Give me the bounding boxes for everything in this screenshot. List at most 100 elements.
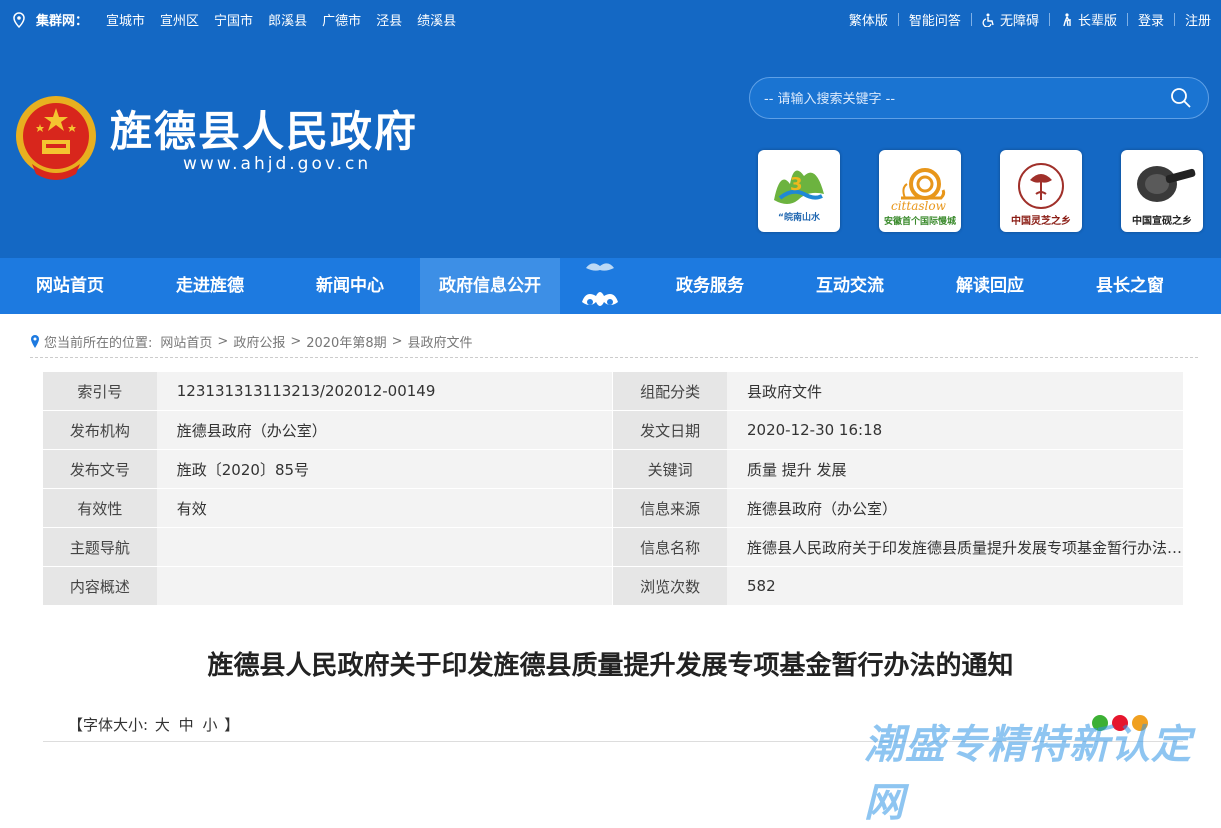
national-emblem-icon	[16, 96, 96, 180]
divider	[1126, 13, 1128, 26]
nav-interpretation[interactable]: 解读回应	[920, 258, 1060, 314]
city-link[interactable]: 宁国市	[214, 10, 253, 29]
breadcrumb-separator: >	[290, 334, 302, 349]
font-size-switcher: 【字体大小: 大 中 小 】	[68, 714, 239, 735]
city-link[interactable]: 郎溪县	[268, 10, 307, 29]
divider	[970, 13, 972, 26]
table-row: 有效性 有效 信息来源 旌德县政府（办公室）	[43, 488, 1183, 528]
badge-caption: “皖南山水	[778, 213, 820, 223]
nav-services[interactable]: 政务服务	[640, 258, 780, 314]
divider	[1173, 13, 1175, 26]
nav-news[interactable]: 新闻中心	[280, 258, 420, 314]
badge-caption: 中国灵芝之乡	[1011, 216, 1071, 227]
info-value: 质量 提升 发展	[726, 449, 1183, 489]
watermark-text: 潮盛专精特新认定网	[864, 722, 1192, 826]
info-key: 关键词	[612, 449, 727, 489]
info-key: 索引号	[43, 372, 157, 411]
site-header: 集群网： 宣城市 宣州区 宁国市 郎溪县 广德市 泾县 绩溪县 繁体版 智能问答…	[0, 0, 1221, 258]
table-row: 主题导航 信息名称 旌德县人民政府关于印发旌德县质量提升发展专项基金暂行办法的通…	[43, 527, 1183, 567]
top-bar: 集群网： 宣城市 宣州区 宁国市 郎溪县 广德市 泾县 绩溪县 繁体版 智能问答…	[0, 0, 1221, 36]
info-value: 旌政〔2020〕85号	[156, 449, 614, 489]
table-row: 内容概述 浏览次数 582	[43, 566, 1183, 606]
divider	[897, 13, 899, 26]
city-link[interactable]: 绩溪县	[417, 10, 456, 29]
badge-caption: 中国宣砚之乡	[1132, 216, 1192, 227]
nav-about[interactable]: 走进旌德	[140, 258, 280, 314]
nav-county-head[interactable]: 县长之窗	[1060, 258, 1200, 314]
info-key: 发布机构	[43, 410, 157, 450]
font-size-prefix: 【字体大小:	[68, 716, 149, 734]
breadcrumb-issue[interactable]: 2020年第8期	[306, 332, 386, 351]
breadcrumb-divider	[30, 357, 1198, 358]
city-link[interactable]: 广德市	[322, 10, 361, 29]
info-value: 旌德县政府（办公室）	[726, 488, 1183, 528]
cittaslow-word: cittaslow	[891, 199, 947, 213]
nav-gov-info[interactable]: 政府信息公开	[420, 258, 560, 314]
breadcrumb-current[interactable]: 县政府文件	[408, 332, 473, 351]
info-value: 123131313113213/202012-00149	[156, 372, 614, 411]
info-value	[156, 527, 614, 567]
table-row: 索引号 123131313113213/202012-00149 组配分类 县政…	[43, 372, 1183, 411]
info-value: 县政府文件	[726, 372, 1183, 411]
cluster-label: 集群网：	[36, 14, 89, 29]
info-value	[156, 566, 614, 606]
font-size-suffix: 】	[224, 716, 240, 734]
info-key: 内容概述	[43, 566, 157, 606]
site-title: 旌德县人民政府	[110, 107, 419, 156]
font-size-medium[interactable]: 中	[179, 716, 194, 734]
traditional-chinese-link[interactable]: 繁体版	[849, 10, 888, 29]
location-pin-icon	[13, 11, 25, 28]
svg-text:3: 3	[790, 174, 803, 195]
font-size-small[interactable]: 小	[202, 716, 217, 734]
nav-interaction[interactable]: 互动交流	[780, 258, 920, 314]
city-link[interactable]: 宣州区	[160, 10, 199, 29]
info-key: 主题导航	[43, 527, 157, 567]
breadcrumb: 您当前所在的位置: 网站首页 > 政府公报 > 2020年第8期 > 县政府文件	[30, 332, 473, 351]
breadcrumb-separator: >	[391, 334, 403, 349]
location-pin-icon	[31, 334, 39, 348]
badge-caption: 安徽首个国际慢城	[883, 217, 956, 227]
table-row: 发布文号 旌政〔2020〕85号 关键词 质量 提升 发展	[43, 449, 1183, 489]
elder-mode-link[interactable]: 长辈版	[1060, 10, 1117, 29]
info-value: 2020-12-30 16:18	[726, 410, 1183, 450]
login-link[interactable]: 登录	[1138, 10, 1164, 29]
divider	[1048, 13, 1050, 26]
table-row: 发布机构 旌德县政府（办公室） 发文日期 2020-12-30 16:18	[43, 410, 1183, 450]
search-box	[749, 77, 1209, 119]
cloud-ornament	[560, 258, 640, 314]
register-link[interactable]: 注册	[1185, 10, 1211, 29]
breadcrumb-separator: >	[217, 334, 229, 349]
wheelchair-icon	[982, 13, 994, 27]
cloud-icon	[582, 263, 618, 306]
search-input[interactable]	[762, 87, 1156, 111]
breadcrumb-home[interactable]: 网站首页	[160, 332, 212, 351]
font-size-large[interactable]: 大	[155, 716, 170, 734]
info-key: 浏览次数	[612, 566, 727, 606]
info-value: 582	[726, 566, 1183, 606]
document-title: 旌德县人民政府关于印发旌德县质量提升发展专项基金暂行办法的通知	[207, 651, 1014, 681]
info-key: 有效性	[43, 488, 157, 528]
info-value: 有效	[156, 488, 614, 528]
city-link[interactable]: 宣城市	[106, 10, 145, 29]
info-key: 发文日期	[612, 410, 727, 450]
top-links: 繁体版 智能问答 无障碍 长辈版 登录 注册	[849, 10, 1211, 29]
breadcrumb-gazette[interactable]: 政府公报	[233, 332, 285, 351]
site-url: www.ahjd.gov.cn	[183, 154, 372, 174]
badge-landscape[interactable]: 3 “皖南山水	[758, 150, 840, 232]
info-key: 发布文号	[43, 449, 157, 489]
document-info-table: 索引号 123131313113213/202012-00149 组配分类 县政…	[43, 372, 1183, 606]
info-key: 信息名称	[612, 527, 727, 567]
city-link[interactable]: 泾县	[376, 10, 402, 29]
info-key: 组配分类	[612, 372, 727, 411]
breadcrumb-prefix: 您当前所在的位置:	[44, 336, 153, 351]
info-value: 旌德县政府（办公室）	[156, 410, 614, 450]
nav-home[interactable]: 网站首页	[0, 258, 140, 314]
smart-qa-link[interactable]: 智能问答	[909, 10, 961, 29]
badge-cittaslow[interactable]: cittaslow 安徽首个国际慢城	[879, 150, 961, 232]
search-icon[interactable]	[1170, 87, 1192, 109]
badge-inkstone[interactable]: 中国宣砚之乡	[1121, 150, 1203, 232]
elder-icon	[1063, 12, 1071, 26]
accessibility-link[interactable]: 无障碍	[982, 10, 1039, 29]
cluster-links: 集群网： 宣城市 宣州区 宁国市 郎溪县 广德市 泾县 绩溪县	[12, 10, 471, 29]
badge-lingzhi[interactable]: 中国灵芝之乡	[1000, 150, 1082, 232]
